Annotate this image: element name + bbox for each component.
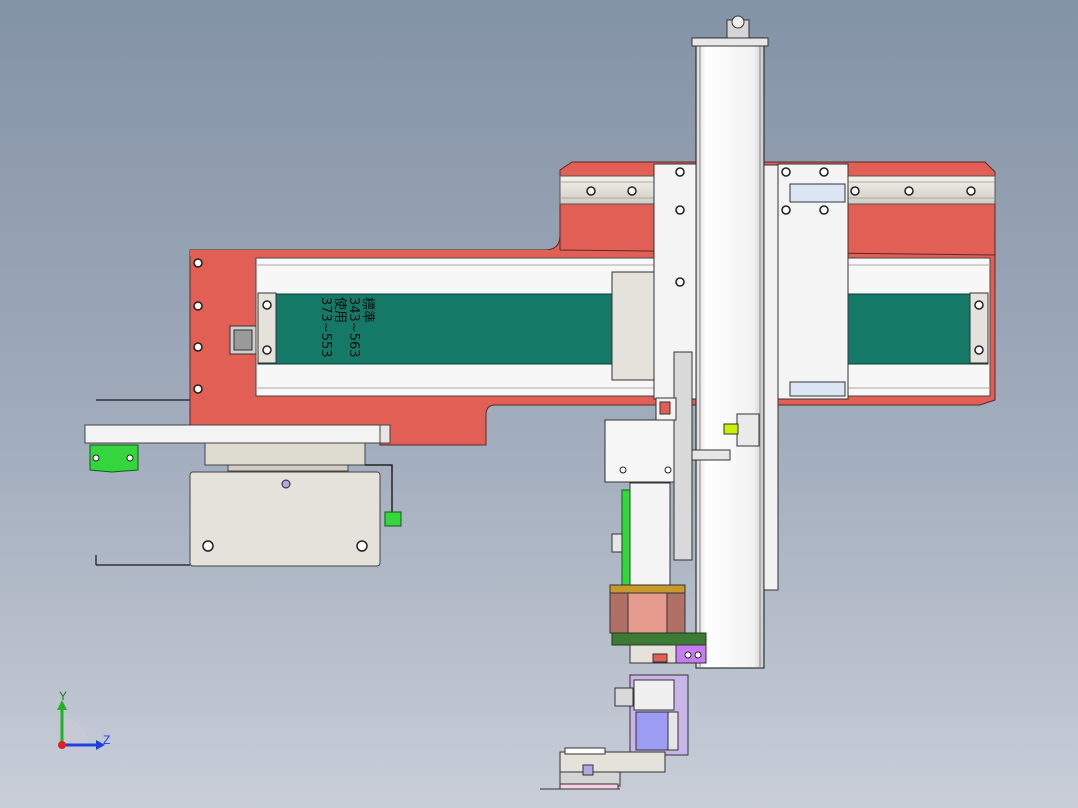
left-lower-assembly bbox=[84, 399, 402, 567]
annotation-line-2: 343~563 bbox=[346, 297, 361, 358]
sensor-connector bbox=[384, 511, 402, 527]
cad-drawing-canvas: 標準 343~563 使用 373~553 Y Z bbox=[57, 15, 996, 790]
x-axis-dot bbox=[58, 741, 66, 749]
limit-sensor bbox=[736, 413, 760, 447]
lower-left-rail bbox=[84, 424, 386, 444]
gripper-assembly bbox=[540, 674, 689, 790]
z-axis-column bbox=[691, 15, 779, 669]
rotary-unit bbox=[609, 584, 707, 664]
vertical-cylinder bbox=[611, 482, 671, 586]
y-axis-label: Y bbox=[59, 689, 67, 703]
motor-coupling bbox=[229, 325, 257, 355]
belt-channel bbox=[255, 257, 991, 397]
z-axis-label: Z bbox=[103, 733, 110, 747]
annotation-line-1: 標準 bbox=[360, 297, 376, 323]
coordinate-triad: Y Z bbox=[57, 689, 110, 750]
cylinder-blue bbox=[635, 711, 669, 751]
belt-slider-block bbox=[611, 271, 659, 381]
annotation-line-4: 373~553 bbox=[318, 297, 333, 358]
annotation-line-3: 使用 bbox=[332, 297, 348, 323]
